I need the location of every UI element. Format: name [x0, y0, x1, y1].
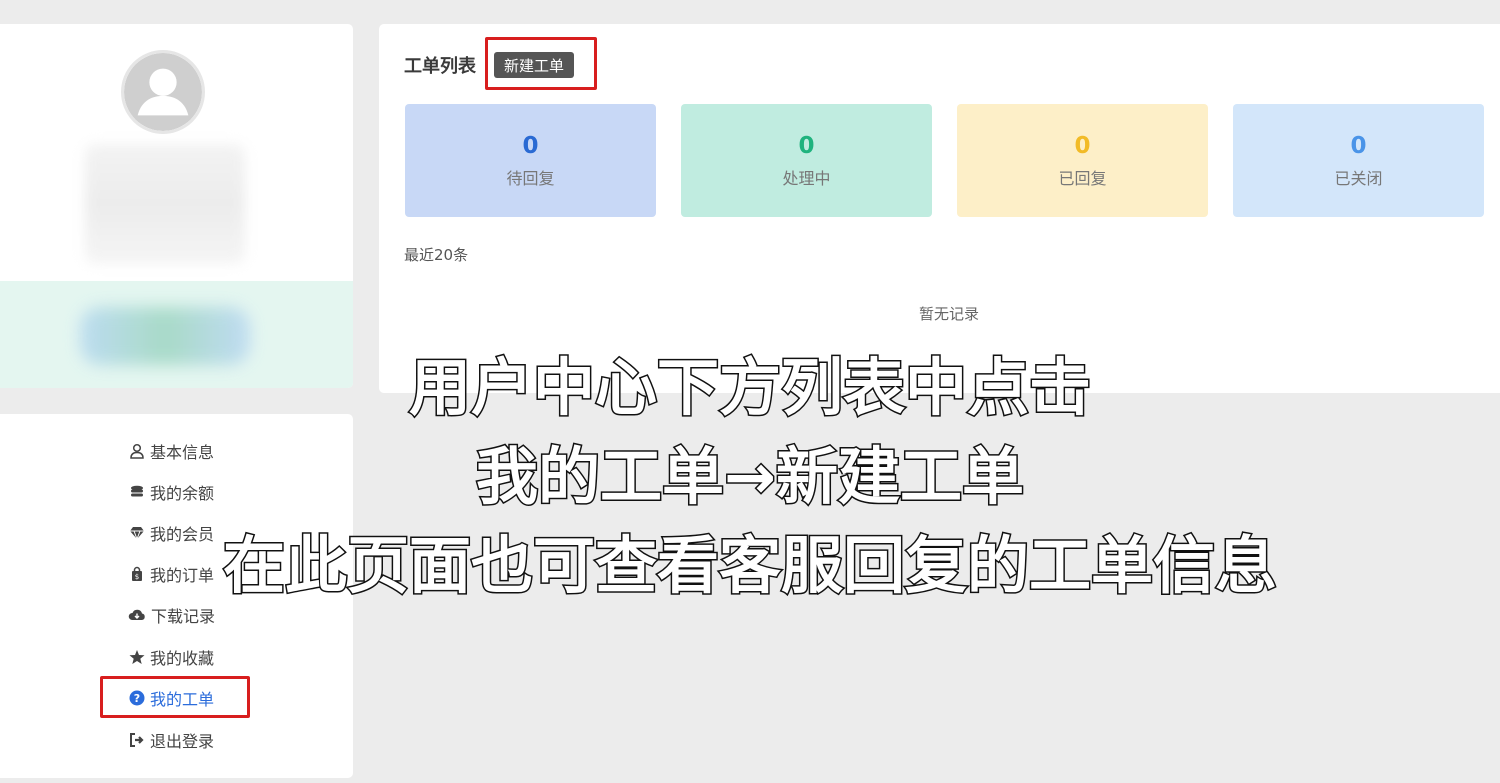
stat-label: 处理中	[782, 168, 831, 188]
menu-label: 我的收藏	[149, 649, 214, 668]
stat-value: 0	[1350, 132, 1367, 159]
menu-item-favorites[interactable]: 我的收藏	[0, 642, 353, 672]
stat-value: 0	[1074, 132, 1091, 159]
menu-label: 退出登录	[149, 732, 214, 751]
default-user-icon	[124, 53, 202, 131]
profile-card	[0, 24, 353, 388]
tickets-highlight-box	[100, 676, 250, 718]
ticket-list-panel: 工单列表 新建工单 0 待回复 0 处理中 0 已回复 0 已关闭 最近20条 …	[379, 24, 1500, 393]
empty-state-text: 暂无记录	[918, 305, 979, 323]
avatar[interactable]	[121, 50, 205, 134]
stat-replied[interactable]: 0 已回复	[957, 104, 1208, 217]
caption-line-3: 在此页面也可查看客服回复的工单信息	[221, 528, 1278, 604]
new-ticket-highlight-box	[485, 37, 597, 90]
caption-line-2: 我的工单→新建工单	[475, 439, 1026, 515]
stat-processing[interactable]: 0 处理中	[681, 104, 932, 217]
stat-value: 0	[522, 132, 539, 159]
caption-line-1: 用户中心下方列表中点击	[407, 350, 1092, 426]
menu-label: 下载记录	[150, 607, 215, 626]
star-icon	[129, 650, 145, 664]
stat-value: 0	[798, 132, 815, 159]
blurred-username	[85, 144, 245, 264]
cloud-download-icon	[128, 609, 145, 620]
stat-pending-reply[interactable]: 0 待回复	[405, 104, 656, 217]
stat-label: 已回复	[1058, 168, 1107, 188]
stat-closed[interactable]: 0 已关闭	[1233, 104, 1484, 217]
recent-records-label: 最近20条	[404, 246, 469, 264]
sign-out-icon	[129, 733, 144, 747]
menu-item-logout[interactable]: 退出登录	[0, 725, 353, 755]
stat-label: 待回复	[506, 168, 555, 188]
stat-label: 已关闭	[1334, 168, 1383, 188]
page-title: 工单列表	[404, 56, 476, 77]
